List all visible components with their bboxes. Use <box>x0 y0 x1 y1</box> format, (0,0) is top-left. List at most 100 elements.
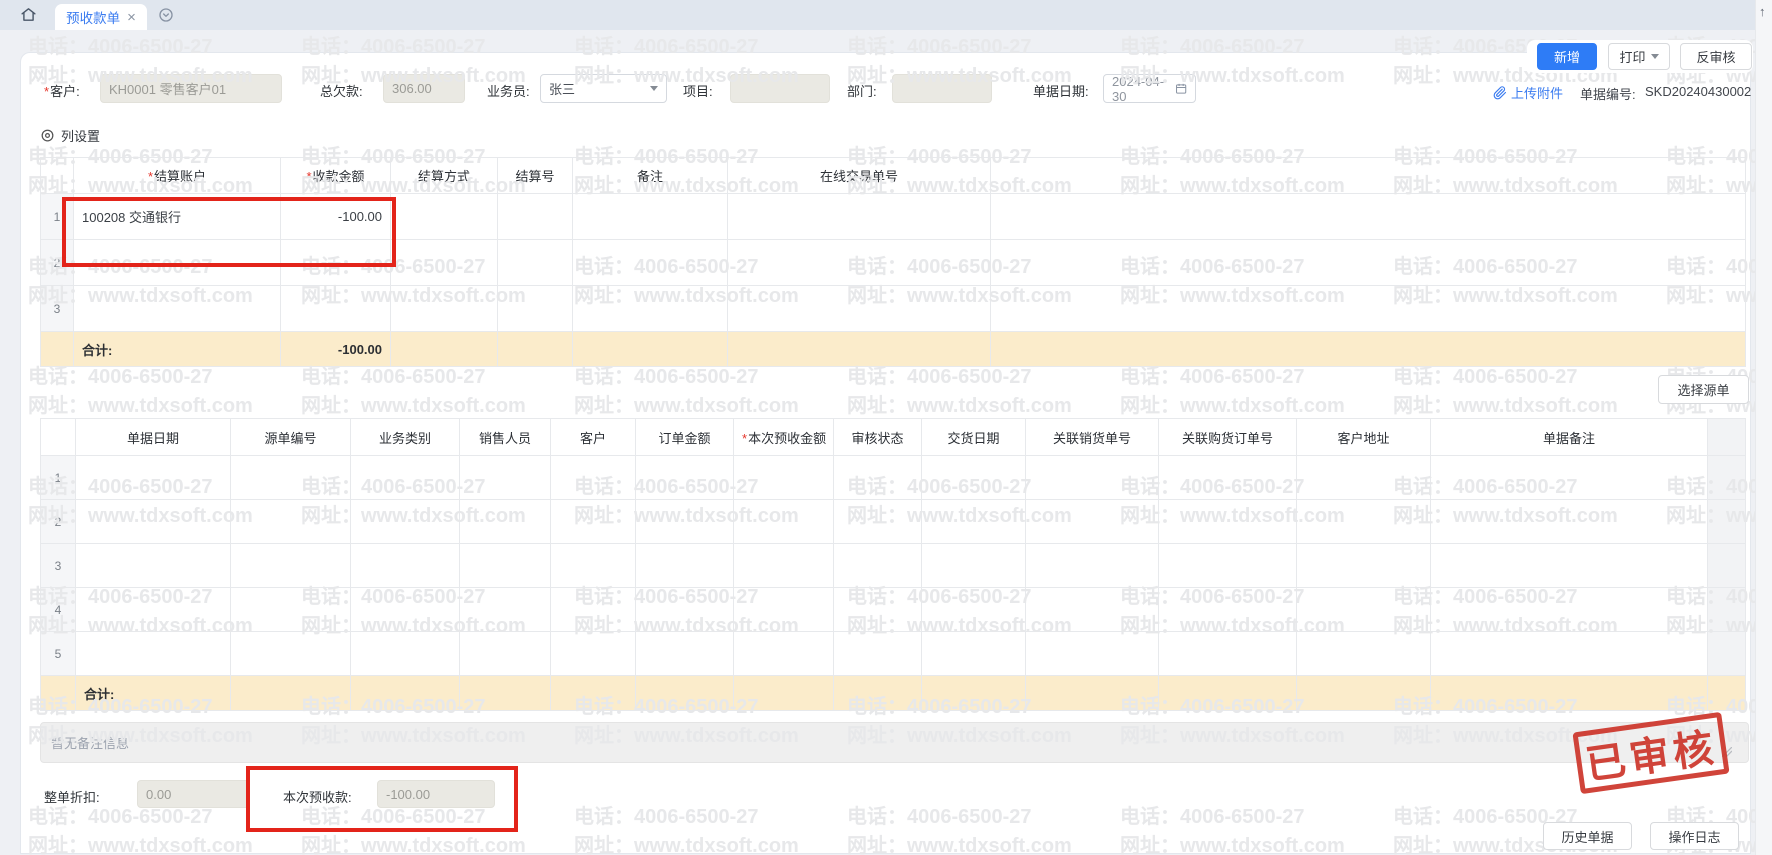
table-cell[interactable] <box>76 588 231 632</box>
table-cell[interactable] <box>636 544 734 588</box>
table-cell[interactable] <box>1431 500 1708 544</box>
table-cell[interactable] <box>551 500 636 544</box>
table-cell[interactable] <box>734 588 834 632</box>
upload-attachment-link[interactable]: 上传附件 <box>1493 83 1563 102</box>
table-cell[interactable] <box>922 500 1026 544</box>
table-cell[interactable] <box>460 456 551 500</box>
table-cell[interactable] <box>76 456 231 500</box>
scroll-up-icon[interactable]: ↑ <box>1759 4 1766 19</box>
table-cell[interactable] <box>551 456 636 500</box>
table-cell[interactable] <box>1026 544 1159 588</box>
table-cell[interactable] <box>1431 544 1708 588</box>
table-cell[interactable] <box>1297 500 1431 544</box>
table-cell[interactable] <box>636 500 734 544</box>
salesman-select[interactable]: 张三 <box>540 74 667 103</box>
table-cell[interactable] <box>922 456 1026 500</box>
tab-prepayment-receipt[interactable]: 预收款单 × <box>55 4 147 30</box>
table-cell[interactable] <box>834 456 922 500</box>
table-cell[interactable] <box>1026 632 1159 676</box>
table-cell[interactable] <box>1297 544 1431 588</box>
table-cell[interactable] <box>460 632 551 676</box>
table-cell[interactable] <box>74 240 281 286</box>
operation-log-button[interactable]: 操作日志 <box>1650 822 1739 850</box>
table-cell[interactable] <box>734 456 834 500</box>
table-cell[interactable] <box>76 500 231 544</box>
table-cell[interactable] <box>231 632 351 676</box>
table-cell[interactable] <box>351 500 460 544</box>
table-cell[interactable] <box>636 456 734 500</box>
table-cell[interactable] <box>391 240 498 286</box>
table-cell[interactable]: 100208 交通银行 <box>74 194 281 240</box>
table-cell[interactable] <box>351 456 460 500</box>
table-cell[interactable] <box>922 588 1026 632</box>
table-cell[interactable] <box>734 500 834 544</box>
table-cell[interactable] <box>1026 500 1159 544</box>
table-cell[interactable] <box>460 544 551 588</box>
table-cell[interactable] <box>834 500 922 544</box>
print-button[interactable]: 打印 <box>1608 43 1670 70</box>
table-cell[interactable] <box>728 286 991 332</box>
table-cell[interactable] <box>391 194 498 240</box>
table-cell[interactable] <box>734 632 834 676</box>
table-cell[interactable] <box>351 588 460 632</box>
table-cell[interactable] <box>1297 456 1431 500</box>
bill-date-input[interactable]: 2024-04-30 <box>1103 74 1196 103</box>
table-cell[interactable] <box>76 632 231 676</box>
table-cell[interactable] <box>460 500 551 544</box>
table-cell[interactable] <box>834 632 922 676</box>
table-cell[interactable] <box>1159 632 1297 676</box>
table-cell[interactable] <box>1026 456 1159 500</box>
table-cell[interactable] <box>281 240 391 286</box>
scrollbar-track[interactable]: ↑ <box>1755 0 1772 855</box>
table-cell[interactable] <box>351 544 460 588</box>
history-documents-button[interactable]: 历史单据 <box>1543 822 1632 850</box>
table-cell[interactable] <box>1159 544 1297 588</box>
close-icon[interactable]: × <box>127 10 136 25</box>
table-cell[interactable] <box>1297 588 1431 632</box>
remark-textarea[interactable]: 暂无备注信息 <box>40 722 1749 763</box>
home-icon[interactable] <box>20 6 37 26</box>
table-cell[interactable] <box>1431 632 1708 676</box>
table-cell[interactable] <box>551 588 636 632</box>
table-cell[interactable] <box>498 194 573 240</box>
table-cell[interactable] <box>76 544 231 588</box>
table-cell[interactable] <box>551 632 636 676</box>
table-cell[interactable] <box>74 286 281 332</box>
table-cell[interactable] <box>1431 456 1708 500</box>
table-cell[interactable] <box>281 286 391 332</box>
table-cell[interactable] <box>1297 632 1431 676</box>
table-cell[interactable] <box>391 286 498 332</box>
table-cell[interactable] <box>1159 588 1297 632</box>
table-cell[interactable] <box>573 194 728 240</box>
table-cell[interactable] <box>728 240 991 286</box>
table-cell[interactable] <box>351 632 460 676</box>
select-source-button[interactable]: 选择源单 <box>1658 375 1749 404</box>
column-settings-button[interactable]: 列设置 <box>40 126 100 145</box>
table-cell[interactable] <box>922 544 1026 588</box>
table-cell[interactable] <box>498 286 573 332</box>
table-cell[interactable] <box>231 588 351 632</box>
table-cell[interactable] <box>991 286 1746 332</box>
table-cell[interactable] <box>728 194 991 240</box>
table-cell[interactable] <box>231 544 351 588</box>
table-cell[interactable] <box>991 194 1746 240</box>
table-cell[interactable] <box>1431 588 1708 632</box>
unaudit-button[interactable]: 反审核 <box>1680 43 1752 70</box>
table-cell[interactable] <box>460 588 551 632</box>
table-cell[interactable] <box>834 588 922 632</box>
table-cell[interactable] <box>734 544 834 588</box>
table-cell[interactable] <box>1026 588 1159 632</box>
table-cell[interactable] <box>834 544 922 588</box>
resize-handle-icon[interactable] <box>1722 747 1732 757</box>
tab-list-icon[interactable] <box>158 7 174 26</box>
table-cell[interactable] <box>636 588 734 632</box>
table-cell[interactable] <box>991 240 1746 286</box>
table-cell[interactable] <box>573 240 728 286</box>
add-button[interactable]: 新增 <box>1537 43 1597 70</box>
table-cell[interactable] <box>231 500 351 544</box>
table-cell[interactable]: -100.00 <box>281 194 391 240</box>
table-cell[interactable] <box>551 544 636 588</box>
table-cell[interactable] <box>636 632 734 676</box>
table-cell[interactable] <box>231 456 351 500</box>
table-cell[interactable] <box>573 286 728 332</box>
